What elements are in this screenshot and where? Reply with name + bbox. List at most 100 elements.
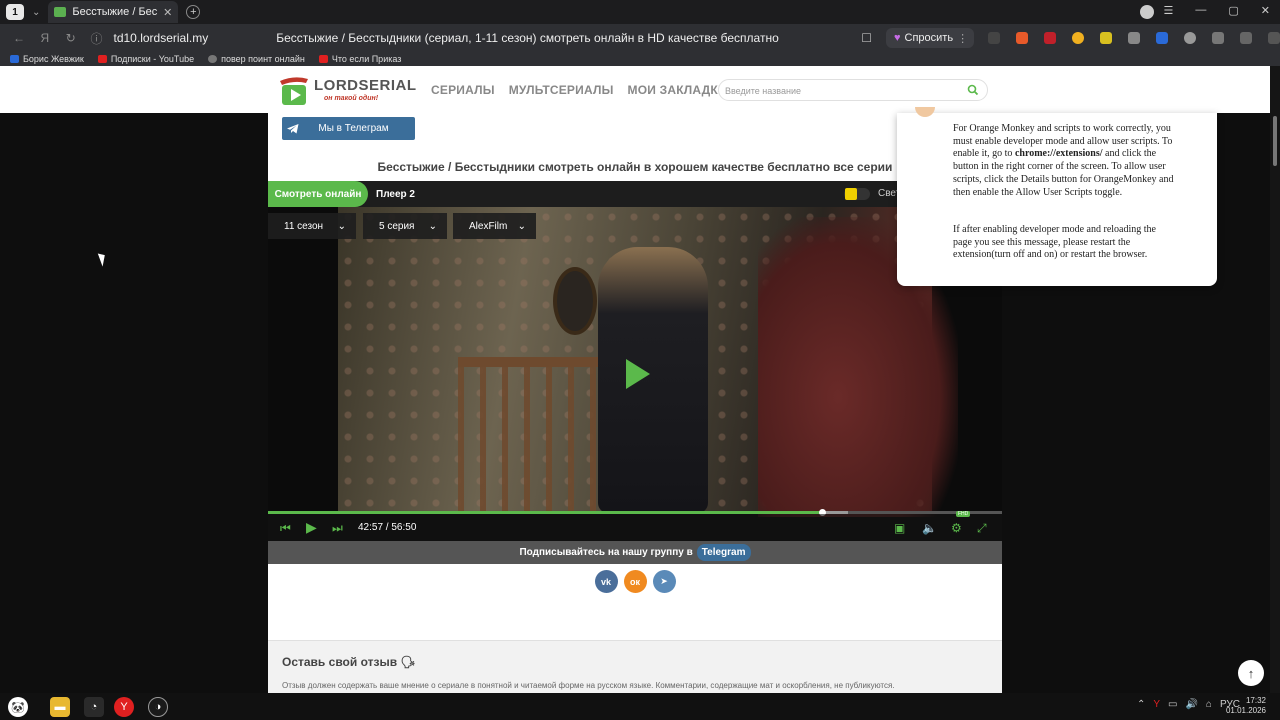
bookmark-item[interactable]: Что если Приказ <box>318 54 401 64</box>
system-tray: ⌃ Y ▭ 🔊 ⌂ РУС <box>1137 699 1240 710</box>
episode-select[interactable]: 5 серия ⌄ <box>363 213 447 239</box>
player-topbar: Смотреть онлайн Плеер 2 Свет <box>268 181 1002 207</box>
tab-counter[interactable]: 1 <box>6 4 24 20</box>
video-player: Смотреть онлайн Плеер 2 Свет 11 сезон ⌄ 5 <box>268 181 1002 541</box>
tab-title: Бесстыжие / Бесстыдни <box>72 6 158 18</box>
share-buttons: vk ок ➤ <box>268 570 1002 593</box>
page-heading: Бесстыжие / Бесстыдники смотреть онлайн … <box>377 160 893 174</box>
youtube-icon <box>318 55 328 63</box>
display-icon[interactable]: ▭ <box>1168 699 1177 710</box>
youtube-icon <box>97 55 107 63</box>
app-icon[interactable]: ◔ <box>84 697 104 717</box>
quality-badge: FHD <box>956 511 971 517</box>
voice-select[interactable]: AlexFilm ⌄ <box>453 213 536 239</box>
tab-watch-online[interactable]: Смотреть онлайн <box>268 181 368 207</box>
extension-icon[interactable] <box>1183 32 1196 44</box>
review-rules-text: Отзыв должен содержать ваше мнение о сер… <box>282 681 895 690</box>
extension-icon[interactable] <box>987 32 1000 44</box>
download-icon[interactable] <box>1267 32 1280 44</box>
vk-icon <box>10 55 19 63</box>
bookmark-item[interactable]: повер поинт онлайн <box>208 54 305 64</box>
close-window-icon[interactable]: ✕ <box>1261 4 1270 17</box>
vk-share-icon[interactable]: vk <box>594 570 618 593</box>
video-area[interactable]: 11 сезон ⌄ 5 серия ⌄ AlexFilm ⌄ ⏮ ▶ ⏭ 42… <box>268 207 1002 541</box>
fullscreen-icon[interactable]: ⤢ <box>977 521 987 536</box>
new-tab-button[interactable]: + <box>186 5 201 19</box>
extension-badge-icon <box>915 107 935 117</box>
tray-chevron-icon[interactable]: ⌃ <box>1137 699 1145 710</box>
extension-icon[interactable] <box>1155 32 1168 44</box>
reload-icon[interactable]: ↻ <box>64 31 78 45</box>
window-controls: ☰ — ▢ ✕ <box>1164 4 1271 17</box>
extension-icon[interactable] <box>1239 32 1252 44</box>
site-header: LORDSERIAL он такой один! СЕРИАЛЫ МУЛЬТС… <box>0 66 1270 113</box>
bookmark-item[interactable]: Подписки - YouTube <box>97 54 194 64</box>
maximize-icon[interactable]: ▢ <box>1228 4 1238 17</box>
pip-icon[interactable]: ▣ <box>894 521 905 535</box>
ok-share-icon[interactable]: ок <box>623 570 647 593</box>
light-toggle[interactable] <box>844 188 870 200</box>
extension-icon[interactable] <box>1127 32 1140 44</box>
yandex-tray-icon[interactable]: Y <box>1153 699 1160 710</box>
extension-icon[interactable] <box>1099 32 1112 44</box>
extension-icon[interactable] <box>1211 32 1224 44</box>
notice-paragraph-1: For Orange Monkey and scripts to work co… <box>953 123 1174 198</box>
clock[interactable]: 17:32 01.01.2026 <box>1226 696 1266 716</box>
next-icon[interactable]: ⏭ <box>332 521 343 536</box>
profile-avatar[interactable] <box>1140 5 1154 19</box>
main-content: Мы в Телеграм Бесстыжие / Бесстыдники см… <box>268 113 1002 693</box>
mouse-cursor-icon <box>97 251 109 267</box>
nav-cartoons[interactable]: МУЛЬТСЕРИАЛЫ <box>509 83 614 97</box>
close-tab-icon[interactable]: ✕ <box>163 6 172 19</box>
menu-icon[interactable]: ☰ <box>1164 4 1174 17</box>
chevron-down-icon: ⌄ <box>337 220 346 232</box>
more-icon[interactable]: ⋮ <box>957 32 968 45</box>
browser-tab[interactable]: Бесстыжие / Бесстыдни ✕ <box>48 1 179 23</box>
play-icon[interactable] <box>626 359 650 389</box>
scroll-to-top-button[interactable]: ↑ <box>1238 660 1264 686</box>
extension-icon[interactable] <box>1071 32 1084 44</box>
review-section: Оставь свой отзыв 🗣 Отзыв должен содержа… <box>268 640 1002 693</box>
speaker-icon[interactable]: 🔊 <box>1185 699 1197 710</box>
alice-icon: ♥ <box>893 32 901 44</box>
site-favicon-icon <box>54 7 67 17</box>
play-button-icon[interactable]: ▶ <box>306 519 317 536</box>
url-field[interactable]: td10.lordserial.my <box>114 31 263 45</box>
browser-tabbar: 1 ⌄ Бесстыжие / Бесстыдни ✕ + ☰ — ▢ ✕ <box>0 0 1280 24</box>
time-display: 42:57 / 56:50 <box>358 522 417 533</box>
bookmark-icon[interactable]: ☐ <box>861 31 872 45</box>
back-icon[interactable]: ← <box>12 31 26 45</box>
telegram-share-icon[interactable]: ➤ <box>652 570 676 593</box>
previous-icon[interactable]: ⏮ <box>280 521 291 536</box>
main-nav: СЕРИАЛЫ МУЛЬТСЕРИАЛЫ МОИ ЗАКЛАДКИ <box>431 83 727 97</box>
chevron-down-icon: ⌄ <box>428 220 437 232</box>
obs-icon[interactable]: ◑ <box>148 697 168 717</box>
yandex-browser-icon[interactable]: Y <box>114 697 134 717</box>
start-panda-icon[interactable]: 🐼 <box>8 697 28 717</box>
file-explorer-icon[interactable]: ▬ <box>50 697 70 717</box>
nav-bookmarks[interactable]: МОИ ЗАКЛАДКИ <box>628 83 727 97</box>
tray-icon[interactable]: ⌂ <box>1206 699 1212 710</box>
review-title: Оставь свой отзыв 🗣 <box>282 655 416 669</box>
search-icon[interactable] <box>967 84 979 96</box>
site-info-icon[interactable]: ⓘ <box>90 30 104 47</box>
extension-icon[interactable] <box>1015 32 1028 44</box>
ask-button[interactable]: ♥ Спросить ⋮ <box>885 28 974 48</box>
extension-icon[interactable] <box>1043 32 1056 44</box>
nav-serials[interactable]: СЕРИАЛЫ <box>431 83 495 97</box>
site-logo[interactable]: LORDSERIAL он такой один! <box>276 73 416 109</box>
telegram-link[interactable]: Telegram <box>696 544 751 561</box>
telegram-button[interactable]: Мы в Телеграм <box>282 117 415 140</box>
orange-monkey-notice: For Orange Monkey and scripts to work co… <box>897 107 1217 286</box>
search-input[interactable] <box>725 83 955 98</box>
bookmark-item[interactable]: Борис Жевжик <box>10 54 84 64</box>
yandex-icon[interactable]: Я <box>38 31 52 45</box>
tabs-dropdown-icon[interactable]: ⌄ <box>32 7 40 18</box>
tab-player-2[interactable]: Плеер 2 <box>376 181 415 207</box>
season-select[interactable]: 11 сезон ⌄ <box>268 213 356 239</box>
volume-icon[interactable]: 🔈 <box>922 521 937 535</box>
minimize-icon[interactable]: — <box>1195 4 1206 17</box>
page-scrollbar[interactable] <box>1270 66 1280 693</box>
settings-icon[interactable]: ⚙ <box>951 521 962 535</box>
telegram-subscribe-text: Подписывайтесь на нашу группу в <box>519 547 693 558</box>
